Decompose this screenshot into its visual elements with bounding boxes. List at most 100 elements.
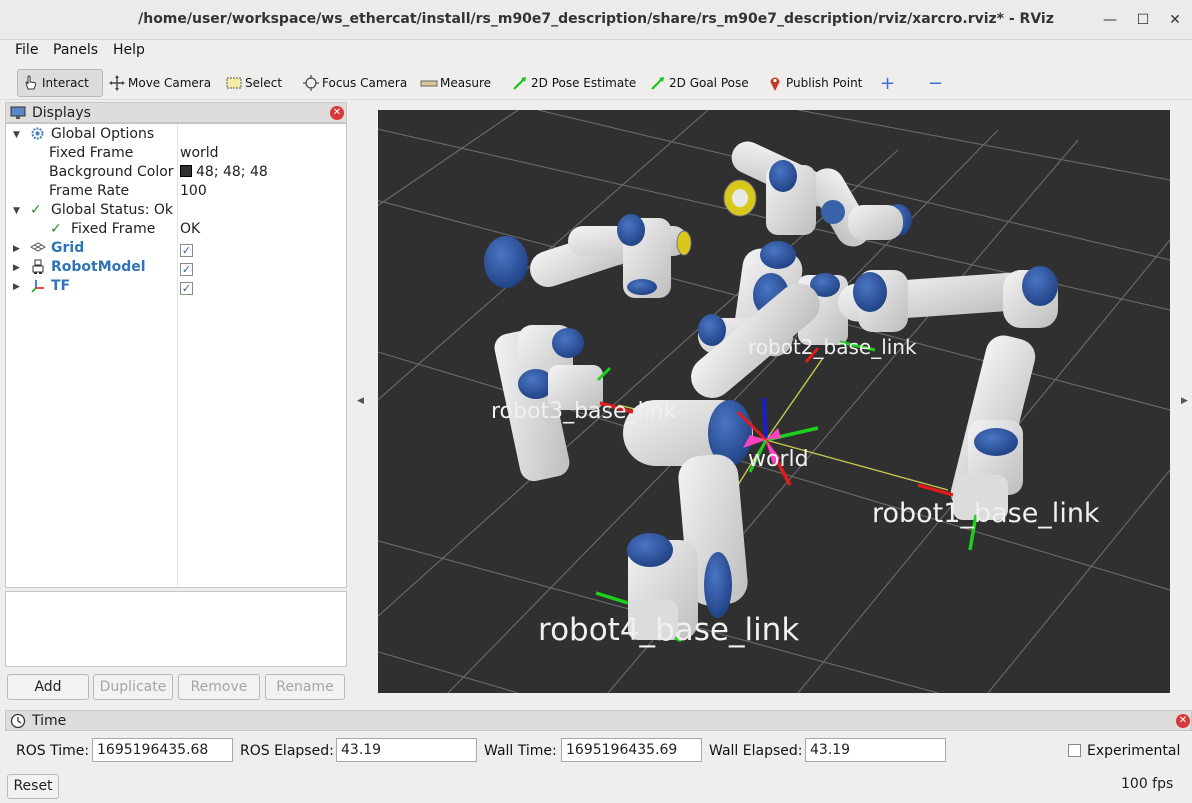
grid-icon [29,240,47,256]
goal-pose-tool-button[interactable]: 2D Goal Pose [645,69,753,97]
goal-pose-label: 2D Goal Pose [669,76,749,90]
experimental-label: Experimental [1087,743,1181,759]
robotmodel-label: RobotModel [51,259,146,275]
move-camera-label: Move Camera [128,76,212,90]
tree-row-frame-rate[interactable]: Frame Rate 100 [6,183,346,202]
scene-canvas[interactable]: robot2_base_link robot3_base_link world … [378,110,1170,693]
time-panel-header: Time ✕ [5,710,1192,731]
collapse-right-arrow-icon[interactable]: ▶ [1181,396,1188,406]
frame-rate-value[interactable]: 100 [180,183,207,199]
collapse-left-arrow-icon[interactable]: ◀ [357,396,364,406]
chevron-right-icon[interactable]: ▶ [13,282,20,292]
ros-time-label: ROS Time: [16,743,90,759]
background-color-value[interactable]: 48; 48; 48 [180,164,268,180]
remove-tool-button[interactable]: − [924,69,947,97]
rename-display-button[interactable]: Rename [265,674,345,700]
close-window-button[interactable]: ✕ [1164,9,1186,31]
global-status-label: Global Status: Ok [51,202,174,218]
color-swatch [180,165,192,177]
chevron-right-icon[interactable]: ▶ [13,263,20,273]
displays-panel: Displays ✕ ▼ Global Options Fixed Frame … [5,102,347,700]
menu-file[interactable]: File [15,42,38,58]
experimental-checkbox[interactable] [1068,744,1081,757]
checkmark-icon: ✓ [50,221,62,237]
chevron-down-icon[interactable]: ▼ [13,130,20,140]
clock-icon [10,713,26,733]
add-display-button[interactable]: Add [7,674,89,700]
chevron-down-icon[interactable]: ▼ [13,206,20,216]
select-tool-button[interactable]: Select [221,69,286,97]
frame-rate-key: Frame Rate [49,183,130,199]
robot-icon [30,259,46,276]
interact-label: Interact [42,76,89,90]
robot2-frame-label: robot2_base_link [748,335,917,359]
grid-label: Grid [51,240,85,256]
chevron-right-icon[interactable]: ▶ [13,244,20,254]
measure-tool-button[interactable]: Measure [416,69,495,97]
tree-row-robotmodel[interactable]: ▶ RobotModel ✓ [6,259,346,278]
menu-bar: File Panels Help [0,40,1192,62]
pose-estimate-label: 2D Pose Estimate [531,76,637,90]
select-box-icon [225,74,243,92]
publish-point-tool-button[interactable]: Publish Point [762,69,866,97]
tree-row-status-fixed-frame[interactable]: ✓ Fixed Frame OK [6,221,346,240]
wall-time-label: Wall Time: [484,743,557,759]
minimize-button[interactable]: — [1099,9,1121,31]
window-title: /home/user/workspace/ws_ethercat/install… [138,11,1054,27]
ros-elapsed-field[interactable]: 43.19 [336,738,477,762]
time-title: Time [32,713,67,729]
tool-bar: Interact Move Camera Select Focus Camera… [0,64,1192,100]
green-arrow-icon [649,74,667,92]
publish-point-label: Publish Point [786,76,863,90]
focus-target-icon [302,74,320,92]
ros-time-field[interactable]: 1695196435.68 [92,738,233,762]
tf-axes-icon [30,278,46,295]
close-panel-icon[interactable]: ✕ [1176,714,1190,728]
maximize-button[interactable]: ☐ [1132,9,1154,31]
ros-elapsed-label: ROS Elapsed: [240,743,334,759]
tree-row-grid[interactable]: ▶ Grid ✓ [6,240,346,259]
fixed-frame-key: Fixed Frame [49,145,134,161]
time-panel: Time ✕ ROS Time: 1695196435.68 ROS Elaps… [0,710,1192,803]
hand-pointer-icon [22,74,40,92]
wall-elapsed-field[interactable]: 43.19 [805,738,946,762]
menu-help[interactable]: Help [113,42,145,58]
3d-render-viewport[interactable]: robot2_base_link robot3_base_link world … [378,110,1170,693]
grid-enabled-checkbox[interactable]: ✓ [180,242,193,258]
tree-row-background-color[interactable]: Background Color 48; 48; 48 [6,164,346,183]
status-fixed-frame-key: Fixed Frame [71,221,156,237]
tf-label: TF [51,278,71,294]
fixed-frame-value[interactable]: world [180,145,219,161]
focus-camera-label: Focus Camera [322,76,408,90]
displays-panel-header: Displays ✕ [5,102,347,123]
tree-row-global-status[interactable]: ▼ ✓ Global Status: Ok [6,202,346,221]
close-panel-icon[interactable]: ✕ [330,106,344,120]
focus-camera-tool-button[interactable]: Focus Camera [298,69,411,97]
displays-tree: ▼ Global Options Fixed Frame world Backg… [5,123,347,588]
global-options-label: Global Options [51,126,155,142]
monitor-icon [10,106,26,124]
window-titlebar: /home/user/workspace/ws_ethercat/install… [0,0,1192,40]
tree-row-fixed-frame[interactable]: Fixed Frame world [6,145,346,164]
wall-time-field[interactable]: 1695196435.69 [561,738,702,762]
tree-row-global-options[interactable]: ▼ Global Options [6,126,346,145]
measure-label: Measure [440,76,491,90]
reset-button[interactable]: Reset [7,774,59,799]
checkmark-icon: ✓ [30,202,42,218]
add-tool-button[interactable]: + [876,69,899,97]
map-pin-icon [766,74,784,92]
duplicate-display-button[interactable]: Duplicate [93,674,173,700]
robotmodel-enabled-checkbox[interactable]: ✓ [180,261,193,277]
interact-tool-button[interactable]: Interact [17,69,103,97]
background-color-text: 48; 48; 48 [196,164,268,180]
pose-estimate-tool-button[interactable]: 2D Pose Estimate [507,69,640,97]
robot1-frame-label: robot1_base_link [872,498,1100,529]
move-camera-tool-button[interactable]: Move Camera [104,69,215,97]
tf-enabled-checkbox[interactable]: ✓ [180,280,193,296]
select-label: Select [245,76,283,90]
status-fixed-frame-value: OK [180,221,201,237]
remove-display-button[interactable]: Remove [178,674,260,700]
menu-panels[interactable]: Panels [53,42,98,58]
fps-readout: 100 fps [1121,776,1174,792]
tree-row-tf[interactable]: ▶ TF ✓ [6,278,346,297]
